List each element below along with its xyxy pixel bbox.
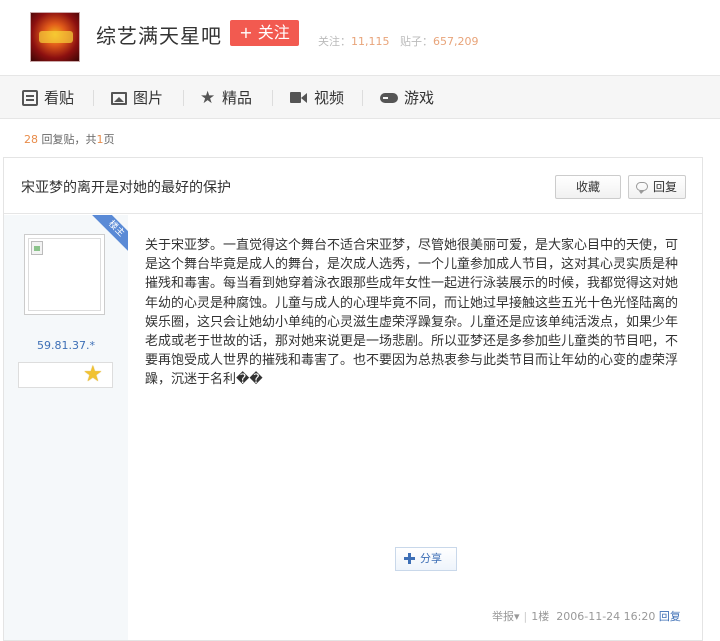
reply-count: 28 [24,133,38,146]
follow-stat: 关注：11,115 [318,33,390,49]
image-icon [111,91,127,105]
avatar-frame [28,238,101,311]
nav-item-label: 图片 [133,89,164,107]
avatar[interactable] [24,234,105,315]
nav-item-label: 精品 [222,89,253,107]
reply-count-info: 28 回复贴，共1页 [24,131,115,147]
plus-icon [404,553,415,564]
reply-link[interactable]: 回复 [659,610,681,623]
share-label: 分享 [420,552,442,565]
follow-prefix: 关注： [318,35,351,48]
nav-divider [362,90,363,106]
report-link[interactable]: 举报 [492,610,514,623]
footer-divider: | [523,610,528,623]
post-count: 657,209 [433,35,479,48]
nav-item-featured[interactable]: ★ 精品 [200,76,252,120]
forum-logo[interactable] [30,12,80,62]
user-sidebar: 楼主 59.81.37.* ★ [4,215,128,640]
comment-icon [636,182,648,194]
reply-text: 回复贴，共 [41,133,97,146]
share-button[interactable]: 分享 [395,547,457,571]
nav-item-label: 看贴 [44,89,75,107]
post-footer: 举报▾ | 1楼 2006-11-24 16:20 回复 [492,608,681,624]
gamepad-icon [380,90,398,106]
post-stat: 贴子：657,209 [400,33,479,49]
user-level-box: ★ [18,362,113,388]
post-prefix: 贴子： [400,35,433,48]
thread-title-bar: 宋亚梦的离开是对她的最好的保护 收藏 回复 [4,158,702,214]
thread-title: 宋亚梦的离开是对她的最好的保护 [21,180,231,196]
nav-divider [272,90,273,106]
post-content: 关于宋亚梦。一直觉得这个舞台不适合宋亚梦，尽管她很美丽可爱，是大家心目中的天使，… [145,238,679,388]
nav-item-posts[interactable]: 看贴 [22,76,74,120]
page-count: 1 [96,133,104,146]
nav-divider [93,90,94,106]
reply-button-label: 回复 [653,180,678,194]
thread-box: 宋亚梦的离开是对她的最好的保护 收藏 回复 楼主 59.81.37.* ★ 关于… [3,157,703,641]
nav-item-games[interactable]: 游戏 [380,76,434,120]
follow-button[interactable]: + 关注 [230,20,299,46]
forum-name[interactable]: 综艺满天星吧 [96,20,222,49]
forum-header: 综艺满天星吧 + 关注 关注：11,115 贴子：657,209 [0,0,720,75]
star-icon[interactable]: ★ [83,362,103,388]
forum-nav: 看贴 图片 ★ 精品 视频 游戏 [0,75,720,119]
nav-item-images[interactable]: 图片 [111,76,163,120]
follow-count: 11,115 [351,35,390,48]
user-ip: 59.81.37.* [37,339,95,352]
nav-divider [183,90,184,106]
nav-item-label: 游戏 [404,89,435,107]
video-icon [290,90,308,106]
reply-button[interactable]: 回复 [628,175,686,199]
post-timestamp: 2006-11-24 16:20 [556,610,656,623]
page-suffix: 页 [103,133,115,146]
star-icon: ★ [200,88,216,108]
broken-image-icon [31,241,43,255]
document-icon [22,90,38,106]
favorite-button[interactable]: 收藏 [555,175,621,199]
floor-number: 1楼 [531,610,550,623]
nav-item-video[interactable]: 视频 [290,76,344,120]
chevron-down-icon[interactable]: ▾ [514,610,520,623]
nav-item-label: 视频 [314,89,345,107]
